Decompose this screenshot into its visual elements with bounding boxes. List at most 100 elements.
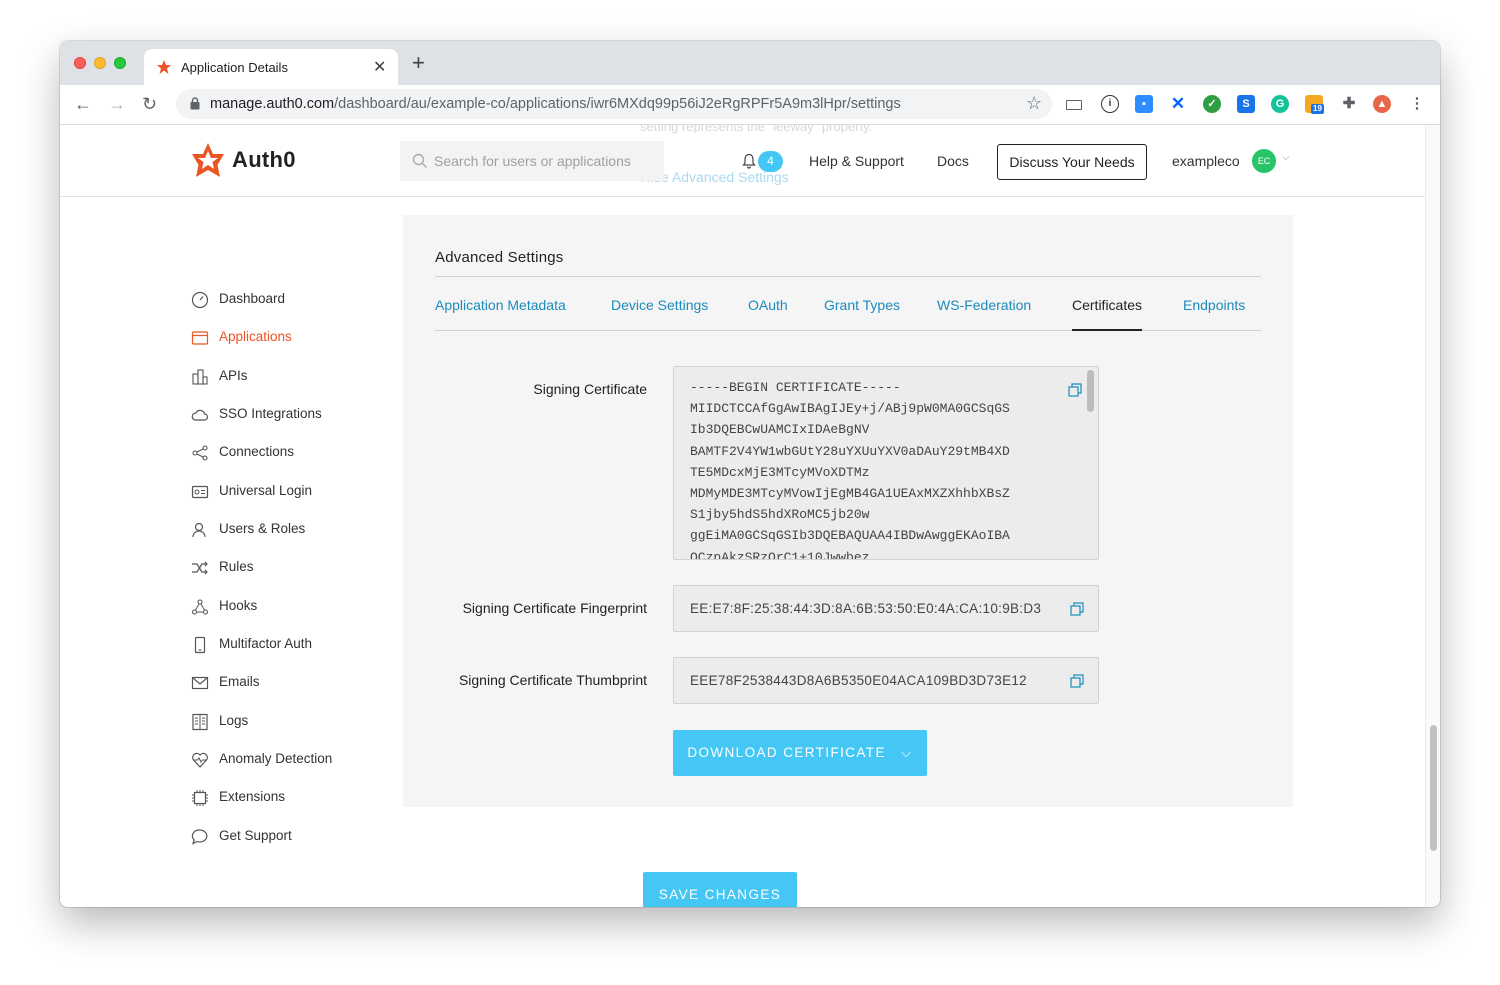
tab-application-metadata[interactable]: Application Metadata <box>435 297 566 331</box>
browser-window: Application Details ✕ + ← → ↻ manage.aut… <box>60 41 1440 907</box>
close-window-button[interactable] <box>74 57 86 69</box>
browser-toolbar: ← → ↻ manage.auth0.com/dashboard/au/exam… <box>60 85 1440 125</box>
tab-ws-federation[interactable]: WS-Federation <box>937 297 1031 331</box>
copy-icon[interactable] <box>1070 674 1084 688</box>
page: setting represents the "leeway" property… <box>60 125 1440 907</box>
bookmark-star-icon[interactable]: ☆ <box>1026 93 1042 114</box>
back-icon[interactable]: ← <box>74 93 92 115</box>
search-input[interactable]: Search for users or applications <box>400 141 664 181</box>
tab-strip: Application Details ✕ + <box>60 41 1440 85</box>
copy-icon[interactable] <box>1068 383 1082 397</box>
new-tab-button[interactable]: + <box>412 52 425 74</box>
sidebar-item-sso-integrations[interactable]: SSO Integrations <box>191 404 391 426</box>
docs-link[interactable]: Docs <box>937 153 969 169</box>
tab-oauth[interactable]: OAuth <box>748 297 788 331</box>
sidebar-item-multifactor-auth[interactable]: Multifactor Auth <box>191 634 391 656</box>
chevron-down-icon[interactable]: ⌵ <box>1282 152 1290 163</box>
chevron-down-icon: ⌵ <box>901 745 913 760</box>
copy-icon[interactable] <box>1070 602 1084 616</box>
fingerprint-field[interactable]: EE:E7:8F:25:38:44:3D:8A:6B:53:50:E0:4A:C… <box>673 585 1099 632</box>
sidebar-item-extensions[interactable]: Extensions <box>191 787 391 809</box>
sidebar-item-dashboard[interactable]: Dashboard <box>191 289 391 311</box>
signing-certificate-value: -----BEGIN CERTIFICATE----- MIIDCTCCAfGg… <box>690 380 1010 560</box>
sidebar-item-label: Users & Roles <box>219 521 306 536</box>
scrollbar-thumb[interactable] <box>1430 725 1437 851</box>
search-placeholder: Search for users or applications <box>434 153 631 169</box>
tab-device-settings[interactable]: Device Settings <box>611 297 708 331</box>
sidebar-item-anomaly-detection[interactable]: Anomaly Detection <box>191 749 391 771</box>
sidebar-item-label: SSO Integrations <box>219 406 322 421</box>
tab-close-icon[interactable]: ✕ <box>373 57 386 77</box>
signing-certificate-field[interactable]: -----BEGIN CERTIFICATE----- MIIDCTCCAfGg… <box>673 366 1099 560</box>
profile-avatar-icon[interactable]: ▲ <box>1373 95 1391 113</box>
sidebar-item-users-roles[interactable]: Users & Roles <box>191 519 391 541</box>
sidebar-item-label: Logs <box>219 713 249 728</box>
sidebar-item-hooks[interactable]: Hooks <box>191 596 391 618</box>
rss-extension-icon[interactable]: 19 <box>1305 95 1324 114</box>
fingerprint-value: EE:E7:8F:25:38:44:3D:8A:6B:53:50:E0:4A:C… <box>690 601 1042 616</box>
thumbprint-value: EEE78F2538443D8A6B5350E04ACA109BD3D73E12 <box>690 673 1027 688</box>
browser-tab[interactable]: Application Details ✕ <box>144 49 398 85</box>
sidebar-item-logs[interactable]: Logs <box>191 711 391 733</box>
sidebar-item-rules[interactable]: Rules <box>191 557 391 579</box>
url-text: manage.auth0.com/dashboard/au/example-co… <box>210 96 901 112</box>
heart-icon <box>192 752 208 768</box>
settings-tabs: Application Metadata Device Settings OAu… <box>435 297 1261 331</box>
tenant-name[interactable]: exampleco <box>1172 153 1240 169</box>
sidebar-item-emails[interactable]: Emails <box>191 672 391 694</box>
thumbprint-field[interactable]: EEE78F2538443D8A6B5350E04ACA109BD3D73E12 <box>673 657 1099 704</box>
app-header: Auth0 Search for users or applications 4… <box>60 125 1425 197</box>
sidebar-item-label: Rules <box>219 559 254 574</box>
help-support-link[interactable]: Help & Support <box>809 153 904 169</box>
phone-icon <box>194 636 206 654</box>
page-scrollbar[interactable] <box>1425 125 1440 907</box>
panel-title: Advanced Settings <box>435 249 564 266</box>
sidebar-item-get-support[interactable]: Get Support <box>191 826 391 848</box>
tab-title: Application Details <box>181 60 288 75</box>
advanced-settings-panel: Advanced Settings Application Metadata D… <box>403 215 1293 807</box>
grammarly-extension-icon[interactable]: G <box>1271 95 1289 113</box>
onepassword-extension-icon[interactable]: i <box>1101 95 1119 113</box>
hooks-icon <box>191 599 209 615</box>
forward-icon[interactable]: → <box>108 93 126 115</box>
envelope-icon <box>191 676 209 690</box>
zoom-extension-icon[interactable]: ▪ <box>1135 95 1153 113</box>
puzzle-extensions-icon[interactable]: ✚ <box>1340 95 1358 113</box>
shield-extension-icon[interactable]: ✓ <box>1203 95 1221 113</box>
avatar[interactable]: EC <box>1252 149 1276 173</box>
download-certificate-button[interactable]: DOWNLOAD CERTIFICATE ⌵ <box>673 730 927 776</box>
certificate-scrollbar[interactable] <box>1087 370 1094 412</box>
maximize-window-button[interactable] <box>114 57 126 69</box>
confluence-extension-icon[interactable]: ✕ <box>1169 95 1187 113</box>
sidebar-item-connections[interactable]: Connections <box>191 442 391 464</box>
menu-kebab-icon[interactable]: ⋮ <box>1408 95 1426 113</box>
download-certificate-label: DOWNLOAD CERTIFICATE <box>687 745 886 760</box>
sidebar-item-applications[interactable]: Applications <box>191 327 391 349</box>
notification-badge[interactable]: 4 <box>758 151 783 172</box>
s-extension-icon[interactable]: S <box>1237 95 1255 113</box>
discuss-needs-button[interactable]: Discuss Your Needs <box>997 144 1147 180</box>
cast-icon[interactable] <box>1066 100 1082 110</box>
bell-icon[interactable] <box>742 153 756 169</box>
tab-certificates[interactable]: Certificates <box>1072 297 1143 331</box>
thumbprint-label: Signing Certificate Thumbprint <box>458 672 647 688</box>
sidebar-item-label: Extensions <box>219 789 286 804</box>
sidebar-item-apis[interactable]: APIs <box>191 366 391 388</box>
auth0-logo-icon <box>192 143 224 177</box>
tab-grant-types[interactable]: Grant Types <box>824 297 900 331</box>
cloud-icon <box>191 409 209 421</box>
sidebar-item-label: Emails <box>219 674 260 689</box>
sidebar-item-label: Universal Login <box>219 483 313 498</box>
url-path: /dashboard/au/example-co/applications/iw… <box>334 96 901 112</box>
sidebar-item-universal-login[interactable]: Universal Login <box>191 481 391 503</box>
connections-icon <box>192 445 208 461</box>
reload-icon[interactable]: ↻ <box>142 93 157 115</box>
address-bar[interactable]: manage.auth0.com/dashboard/au/example-co… <box>176 89 1052 119</box>
sidebar-item-label: Hooks <box>219 598 258 613</box>
chip-icon <box>192 790 208 806</box>
save-changes-button[interactable]: SAVE CHANGES <box>643 872 797 907</box>
applications-icon <box>191 331 209 345</box>
tab-endpoints[interactable]: Endpoints <box>1183 297 1245 331</box>
logs-icon <box>192 713 208 731</box>
minimize-window-button[interactable] <box>94 57 106 69</box>
